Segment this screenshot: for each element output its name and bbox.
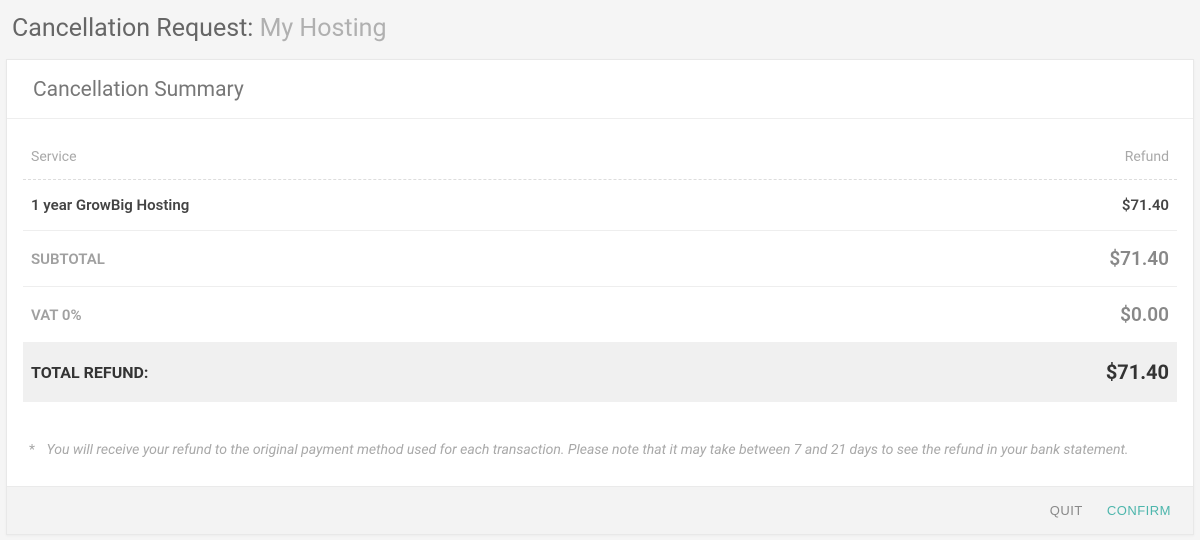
disclaimer-asterisk: * — [29, 442, 35, 458]
total-refund-row: TOTAL REFUND: $71.40 — [23, 342, 1177, 402]
vat-value: $0.00 — [1120, 303, 1169, 326]
confirm-button[interactable]: CONFIRM — [1107, 503, 1171, 518]
card-footer: QUIT CONFIRM — [7, 486, 1193, 534]
line-item-value: $71.40 — [1122, 196, 1169, 214]
subtotal-value: $71.40 — [1109, 247, 1169, 270]
card-title: Cancellation Summary — [7, 60, 1193, 119]
page-header: Cancellation Request: My Hosting — [0, 0, 1200, 59]
line-item-label: 1 year GrowBig Hosting — [31, 196, 189, 214]
total-refund-label: TOTAL REFUND: — [31, 363, 148, 382]
summary-table: Service Refund 1 year GrowBig Hosting $7… — [7, 119, 1193, 402]
page-title-prefix: Cancellation Request: — [12, 14, 253, 43]
subtotal-label: SUBTOTAL — [31, 250, 105, 268]
quit-button[interactable]: QUIT — [1050, 503, 1083, 518]
page-title: Cancellation Request: My Hosting — [12, 14, 1188, 43]
line-item-row: 1 year GrowBig Hosting $71.40 — [23, 180, 1177, 231]
page-title-context: My Hosting — [260, 14, 387, 43]
vat-label: VAT 0% — [31, 306, 82, 324]
refund-disclaimer: * You will receive your refund to the or… — [7, 402, 1193, 486]
col-service: Service — [31, 149, 77, 165]
total-refund-value: $71.40 — [1106, 360, 1169, 384]
table-header-row: Service Refund — [23, 119, 1177, 180]
subtotal-row: SUBTOTAL $71.40 — [23, 231, 1177, 287]
vat-row: VAT 0% $0.00 — [23, 287, 1177, 342]
col-refund: Refund — [1125, 149, 1169, 165]
cancellation-summary-card: Cancellation Summary Service Refund 1 ye… — [6, 59, 1194, 535]
disclaimer-text: You will receive your refund to the orig… — [46, 442, 1128, 458]
